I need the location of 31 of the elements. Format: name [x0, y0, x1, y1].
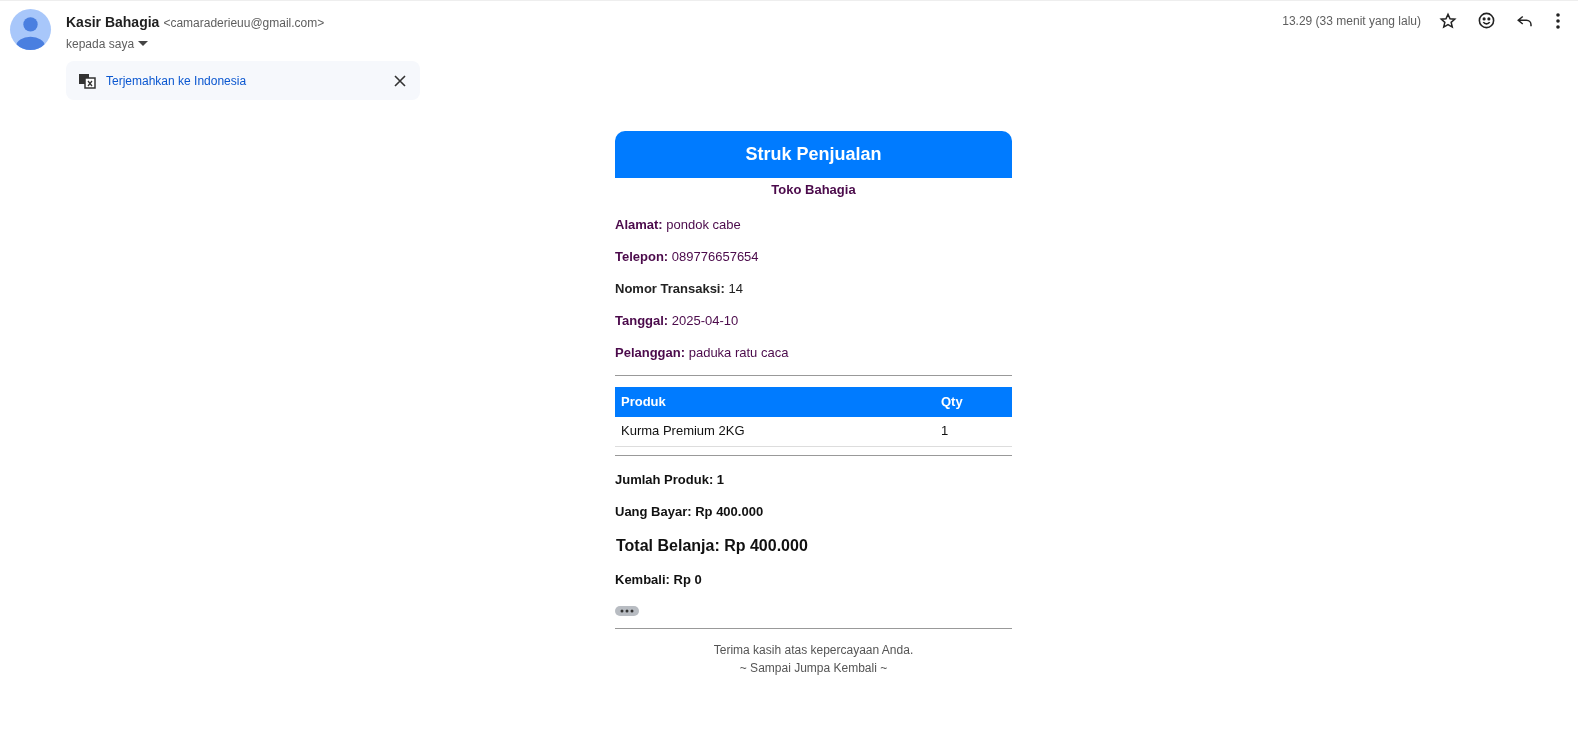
summary-line: Jumlah Produk: 1 — [615, 471, 726, 488]
info-line: Alamat: pondok cabe — [615, 216, 742, 233]
info-line: Pelanggan: paduka ratu caca — [615, 344, 790, 361]
summary-line: Kembali: Rp 0 — [615, 571, 703, 588]
store-name: Toko Bahagia — [770, 181, 857, 199]
table-cell-text: 1 — [941, 422, 949, 441]
more-icon[interactable] — [1556, 12, 1560, 29]
translate-link[interactable]: Terjemahkan ke Indonesia — [106, 71, 247, 90]
show-more-button[interactable] — [615, 605, 639, 616]
column-header: Produk — [620, 392, 667, 411]
footer-text: Terima kasih atas kepercayaan Anda. — [713, 641, 914, 658]
avatar-icon — [10, 9, 51, 50]
dots-icon — [620, 608, 634, 613]
emoji-icon[interactable] — [1477, 11, 1496, 30]
total-amount: Total Belanja: Rp 400.000 — [615, 535, 809, 556]
info-line: Telepon: 089776657654 — [615, 248, 760, 265]
timestamp: 13.29 (33 menit yang lalu) — [1282, 12, 1421, 30]
column-header: Qty — [941, 392, 963, 411]
sender-name: Kasir Bahagia — [66, 13, 160, 32]
summary-line: Uang Bayar: Rp 400.000 — [615, 503, 765, 520]
table-cell-text: Kurma Premium 2KG — [620, 422, 746, 441]
close-icon[interactable] — [394, 74, 406, 87]
star-icon[interactable] — [1439, 11, 1457, 30]
info-line: Tanggal: 2025-04-10 — [615, 312, 740, 329]
receipt-header: Struk Penjualan — [615, 131, 1012, 178]
footer-text: ~ Sampai Jumpa Kembali ~ — [739, 659, 888, 676]
caret-icon — [138, 41, 149, 47]
recipient-dropdown[interactable]: kepada saya — [66, 35, 325, 53]
sender-address: <camaraderieuu@gmail.com> — [163, 15, 325, 32]
translate-icon — [78, 71, 96, 90]
info-line: Nomor Transaksi: 14 — [615, 280, 744, 297]
